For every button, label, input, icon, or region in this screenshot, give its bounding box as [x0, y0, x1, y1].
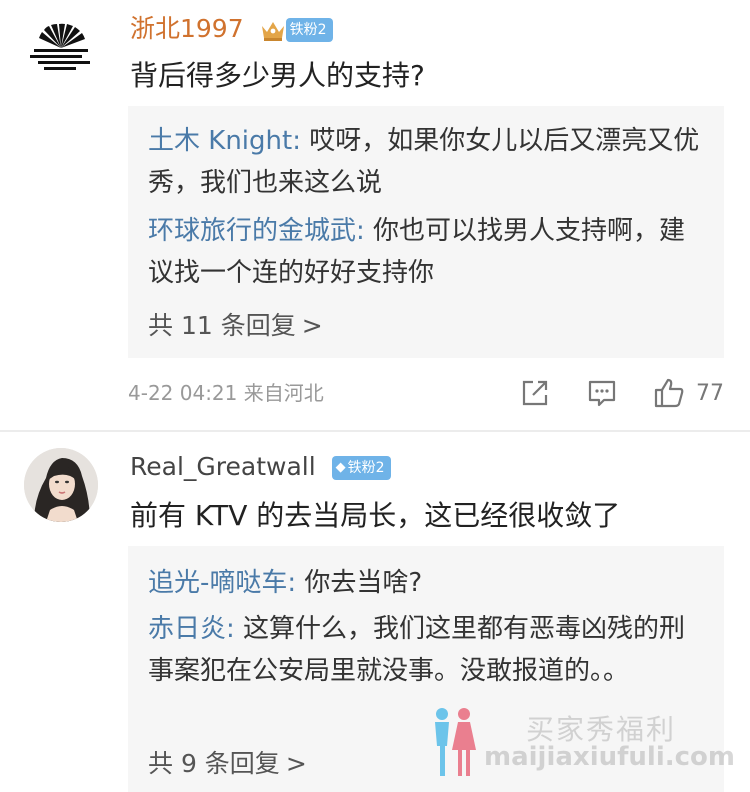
reply-item[interactable]: 环球旅行的金城武: 你也可以找男人支持啊，建议找一个连的好好支持你: [148, 210, 704, 294]
thumbs-up-icon: [654, 378, 684, 408]
comment-icon: [588, 380, 616, 407]
crown-icon: [261, 22, 284, 41]
username[interactable]: 浙北1997 铁粉2: [130, 14, 333, 44]
reply-author[interactable]: 环球旅行的金城武:: [148, 216, 365, 246]
username-text[interactable]: 浙北1997: [130, 14, 244, 43]
chevron-right-icon: >: [285, 749, 307, 778]
user-portrait-icon: [24, 448, 98, 522]
fan-badge: 铁粉2: [260, 17, 333, 43]
badge-text: 铁粉2: [289, 22, 327, 38]
reply-box[interactable]: 土木 Knight: 哎呀，如果你女儿以后又漂亮又优秀，我们也来这么说 环球旅行…: [128, 106, 724, 358]
chevron-right-icon: >: [301, 311, 323, 340]
location: 来自河北: [243, 381, 324, 405]
comment-meta: 4-22 04:21 来自河北: [128, 378, 324, 408]
reply-author[interactable]: 土木 Knight:: [148, 126, 301, 156]
reply-item[interactable]: 赤日炎: 这算什么，我们这里都有恶毒凶残的刑事案犯在公安局里就没事。没敢报道的。…: [148, 608, 704, 692]
fan-level-badge: 铁粉2: [285, 18, 333, 42]
avatar[interactable]: [24, 448, 98, 522]
timestamp: 4-22 04:21: [128, 381, 238, 405]
comment-item: Real_Greatwall ◆ 铁粉2 前有 KTV 的去当局长，这已经很收敛…: [0, 432, 750, 792]
badge-text: 铁粉2: [347, 460, 385, 476]
fan-level-badge: ◆ 铁粉2: [331, 456, 391, 480]
like-button[interactable]: 77: [652, 374, 724, 412]
share-button[interactable]: [520, 374, 550, 412]
avatar[interactable]: [24, 14, 98, 88]
comment-text: 前有 KTV 的去当局长，这已经很收敛了: [130, 499, 621, 532]
reply-author[interactable]: 赤日炎:: [148, 614, 235, 644]
fan-logo-icon: [30, 23, 90, 70]
like-count: 77: [696, 380, 724, 406]
share-icon: [522, 380, 548, 406]
username-text[interactable]: Real_Greatwall: [130, 452, 316, 481]
username[interactable]: Real_Greatwall ◆ 铁粉2: [130, 452, 391, 482]
reply-item[interactable]: 土木 Knight: 哎呀，如果你女儿以后又漂亮又优秀，我们也来这么说: [148, 120, 704, 204]
diamond-icon: ◆: [335, 460, 346, 475]
reply-box[interactable]: 追光-嘀哒车: 你去当啥? 赤日炎: 这算什么，我们这里都有恶毒凶残的刑事案犯在…: [128, 546, 724, 792]
reply-count-text: 共 9 条回复: [148, 749, 280, 778]
fan-badge: ◆ 铁粉2: [331, 455, 391, 481]
comment-item: 浙北1997 铁粉2 背后得多少男人的支持? 土木 Knight: 哎呀，如果你…: [0, 0, 750, 430]
reply-count-text: 共 11 条回复: [148, 311, 296, 340]
view-all-replies-link[interactable]: 共 11 条回复 >: [148, 310, 323, 342]
comment-text: 背后得多少男人的支持?: [130, 59, 425, 92]
comment-button[interactable]: [586, 374, 618, 412]
reply-text: 你去当啥?: [296, 568, 423, 598]
reply-item[interactable]: 追光-嘀哒车: 你去当啥?: [148, 562, 704, 604]
view-all-replies-link[interactable]: 共 9 条回复 >: [148, 748, 307, 780]
reply-author[interactable]: 追光-嘀哒车:: [148, 568, 296, 598]
